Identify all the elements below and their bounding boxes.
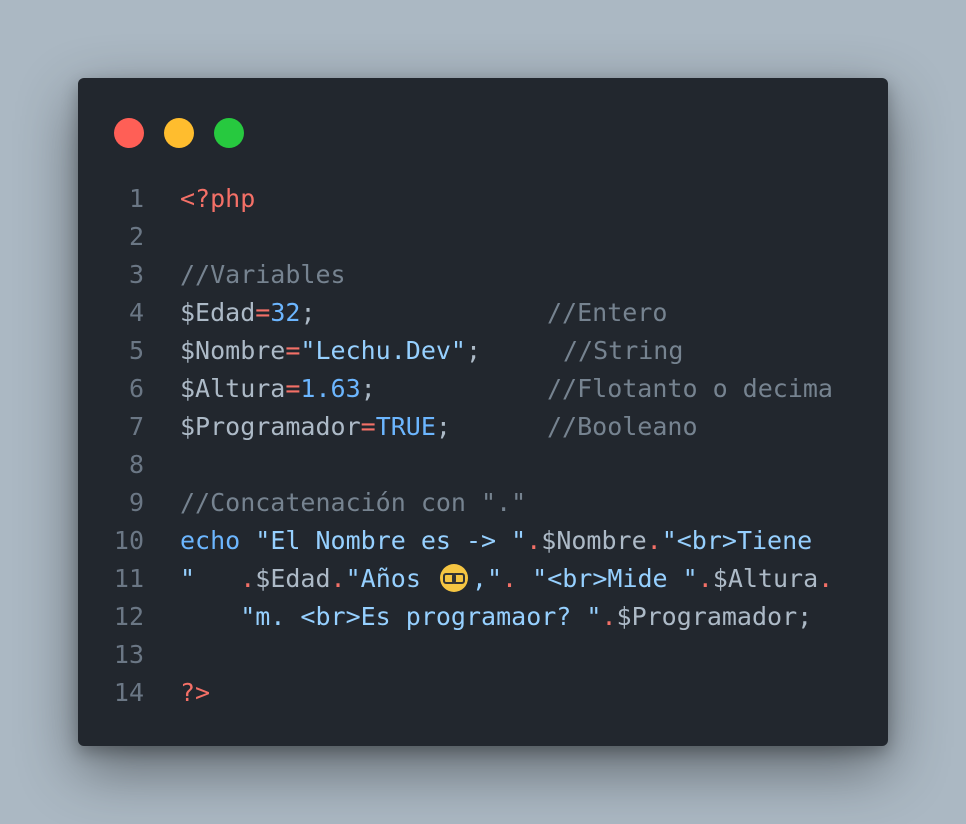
code-text: $Nombre="Lechu.Dev";: [180, 332, 481, 370]
code-line: 13: [78, 636, 888, 674]
close-window-dot[interactable]: [114, 118, 144, 148]
code-token: $Altura: [180, 374, 286, 403]
code-line: 11 " .$Edad."Años ,". "<br>Mide ".$Altura…: [78, 560, 888, 598]
inline-comment: //String: [563, 336, 684, 365]
line-number: 8: [128, 450, 144, 479]
code-token: $Edad: [255, 564, 331, 593]
code-token: =: [360, 412, 376, 441]
code-token: <?php: [180, 184, 256, 213]
code-token: =: [285, 374, 301, 403]
code-token: $Nombre: [180, 336, 286, 365]
line-number: 14: [113, 678, 144, 707]
code-text: $Programador=TRUE;: [180, 408, 451, 446]
code-token: "<br>Tiene: [661, 526, 813, 555]
code-line: 10 echo "El Nombre es -> ".$Nombre."<br>T…: [78, 522, 888, 560]
code-line: 6 $Altura=1.63; //Flotanto o decima: [78, 370, 888, 408]
code-token: $Altura: [712, 564, 819, 593]
code-line: 4 $Edad=32; //Entero: [78, 294, 888, 332]
line-number: 11: [113, 564, 144, 593]
code-token: $Programador: [180, 412, 361, 441]
code-text: <?php: [180, 180, 255, 218]
code-text: $Edad=32;: [180, 294, 316, 332]
code-token: $Programador: [616, 602, 798, 631]
line-number: 4: [128, 298, 144, 327]
line-number: 3: [128, 260, 144, 289]
code-line: 3 //Variables: [78, 256, 888, 294]
code-text: "m. <br>Es programaor? ".$Programador;: [180, 598, 812, 636]
code-token: $Nombre: [541, 526, 647, 555]
line-number: 6: [128, 374, 144, 403]
code-token: TRUE: [375, 412, 436, 441]
code-line: 8: [78, 446, 888, 484]
code-token: ,": [471, 564, 503, 593]
code-token: $Edad: [180, 298, 256, 327]
code-token: "<br>Mide ": [532, 564, 698, 593]
code-line: 1 <?php: [78, 180, 888, 218]
code-block: 1 <?php 2 3//Variables 4 $Edad=32;//Entero 5 $N…: [78, 180, 888, 712]
code-token: "m. <br>Es programaor? ": [240, 602, 602, 631]
line-number: 2: [128, 222, 144, 251]
code-token: //Concatenación con ".": [180, 488, 527, 517]
code-line: 12 "m. <br>Es programaor? ".$Programador…: [78, 598, 888, 636]
code-token: "Años: [345, 564, 436, 593]
line-number: 10: [113, 526, 144, 555]
code-token: .: [697, 564, 713, 593]
code-line: 7 $Programador=TRUE; //Booleano: [78, 408, 888, 446]
code-token: .: [601, 602, 617, 631]
code-line: 5 $Nombre="Lechu.Dev"; //String: [78, 332, 888, 370]
code-token: ;: [300, 298, 316, 327]
code-line: 9 //Concatenación con ".": [78, 484, 888, 522]
code-text: " .$Edad."Años ,". "<br>Mide ".$Altura.: [180, 560, 833, 598]
minimize-window-dot[interactable]: [164, 118, 194, 148]
code-token: .: [646, 526, 662, 555]
code-token: .: [240, 564, 256, 593]
code-text: ?>: [180, 674, 210, 712]
line-number: 5: [128, 336, 144, 365]
code-text: //Concatenación con ".": [180, 484, 526, 522]
code-token: "Lechu.Dev": [300, 336, 466, 365]
code-token: .: [526, 526, 542, 555]
code-token: echo: [180, 526, 241, 555]
code-token: .: [502, 564, 533, 593]
line-number: 13: [113, 640, 144, 669]
code-token: .: [330, 564, 346, 593]
code-token: "El Nombre es -> ": [255, 526, 527, 555]
code-token: =: [255, 298, 271, 327]
inline-comment: //Booleano: [547, 412, 698, 441]
code-text: echo "El Nombre es -> ".$Nombre."<br>Tie…: [180, 522, 812, 560]
line-number: 7: [128, 412, 144, 441]
line-number: 9: [128, 488, 144, 517]
code-token: ": [180, 564, 241, 593]
maximize-window-dot[interactable]: [214, 118, 244, 148]
inline-comment: //Flotanto o decima: [547, 374, 833, 403]
code-window: 1 <?php 2 3//Variables 4 $Edad=32;//Entero 5 $N…: [78, 78, 888, 746]
code-line: 14 ?>: [78, 674, 888, 712]
inline-comment: //Entero: [547, 298, 668, 327]
code-line: 2: [78, 218, 888, 256]
code-token: =: [285, 336, 301, 365]
code-token: ;: [435, 412, 451, 441]
code-token: .: [818, 564, 834, 593]
code-token: ;: [797, 602, 813, 631]
code-token: ?>: [180, 678, 211, 707]
code-token: //Variables: [180, 260, 346, 289]
code-text: //Variables: [180, 256, 346, 294]
code-text: $Altura=1.63;: [180, 370, 376, 408]
code-token: ;: [466, 336, 482, 365]
code-token: 32: [270, 298, 301, 327]
line-number: 12: [113, 602, 144, 631]
code-token: 1.63: [300, 374, 361, 403]
nerd-face-emoji-icon: [439, 564, 468, 592]
line-number: 1: [128, 184, 144, 213]
code-token: ;: [360, 374, 376, 403]
